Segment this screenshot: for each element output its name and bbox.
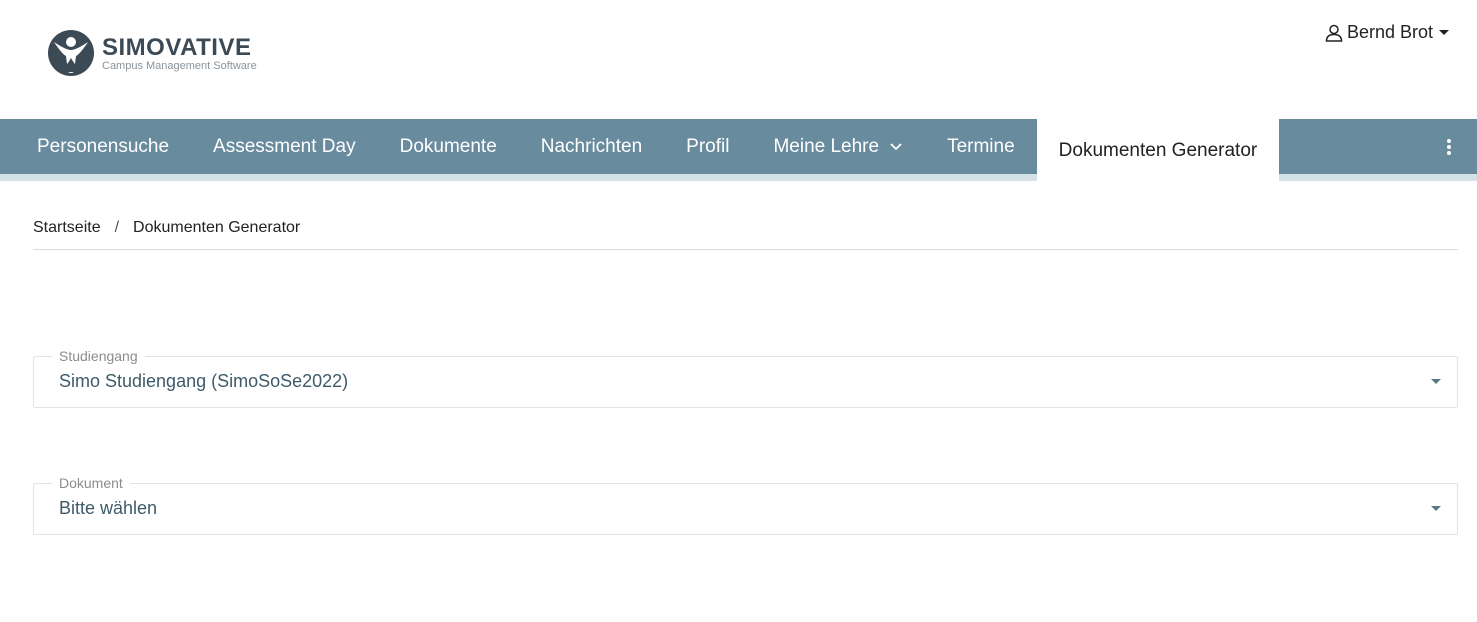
nav-label: Meine Lehre xyxy=(773,135,880,157)
nav-item-assessment-day[interactable]: Assessment Day xyxy=(191,119,378,174)
nav-label: Dokumenten Generator xyxy=(1058,140,1258,161)
nav-item-profil[interactable]: Profil xyxy=(664,119,751,174)
nav-label: Personensuche xyxy=(37,135,170,157)
logo-figure-icon xyxy=(48,30,94,76)
nav-label: Dokumente xyxy=(399,135,497,157)
dokument-label: Dokument xyxy=(52,475,130,491)
nav-item-nachrichten[interactable]: Nachrichten xyxy=(519,119,664,174)
breadcrumb-home[interactable]: Startseite xyxy=(33,219,101,249)
nav-label: Profil xyxy=(686,135,730,157)
logo-tagline: Campus Management Software xyxy=(102,59,257,72)
nav-item-termine[interactable]: Termine xyxy=(925,119,1037,174)
user-name: Bernd Brot xyxy=(1346,22,1433,42)
nav-item-dokumenten-generator[interactable]: Dokumenten Generator xyxy=(1036,119,1280,181)
user-icon xyxy=(1325,24,1343,42)
logo-name: SIMOVATIVE xyxy=(102,33,252,61)
header: SIMOVATIVE Campus Management Software Be… xyxy=(0,0,1477,119)
dokument-select[interactable]: Dokument Bitte wählen xyxy=(33,475,1458,535)
dropdown-arrow-icon xyxy=(1431,379,1441,384)
dokument-value: Bitte wählen xyxy=(59,498,158,518)
breadcrumb: Startseite / Dokumenten Generator xyxy=(33,219,1458,250)
nav-label: Nachrichten xyxy=(540,135,643,157)
nav-item-dokumente[interactable]: Dokumente xyxy=(378,119,519,174)
caret-down-icon xyxy=(1439,30,1449,35)
dropdown-arrow-icon xyxy=(1431,506,1441,511)
main-navigation: Personensuche Assessment Day Dokumente N… xyxy=(0,119,1477,181)
simovative-logo[interactable]: SIMOVATIVE Campus Management Software xyxy=(46,28,257,78)
nav-label: Assessment Day xyxy=(213,135,356,157)
studiengang-value: Simo Studiengang (SimoSoSe2022) xyxy=(59,371,349,391)
kebab-menu-icon[interactable] xyxy=(1439,119,1459,174)
breadcrumb-separator: / xyxy=(114,219,120,236)
nav-item-personensuche[interactable]: Personensuche xyxy=(0,119,191,174)
chevron-down-icon xyxy=(890,142,902,150)
studiengang-label: Studiengang xyxy=(52,348,145,364)
nav-label: Termine xyxy=(947,135,1015,157)
nav-item-meine-lehre[interactable]: Meine Lehre xyxy=(751,119,925,174)
user-menu[interactable]: Bernd Brot xyxy=(1325,22,1449,43)
studiengang-select[interactable]: Studiengang Simo Studiengang (SimoSoSe20… xyxy=(33,348,1458,408)
breadcrumb-current: Dokumenten Generator xyxy=(133,219,301,236)
